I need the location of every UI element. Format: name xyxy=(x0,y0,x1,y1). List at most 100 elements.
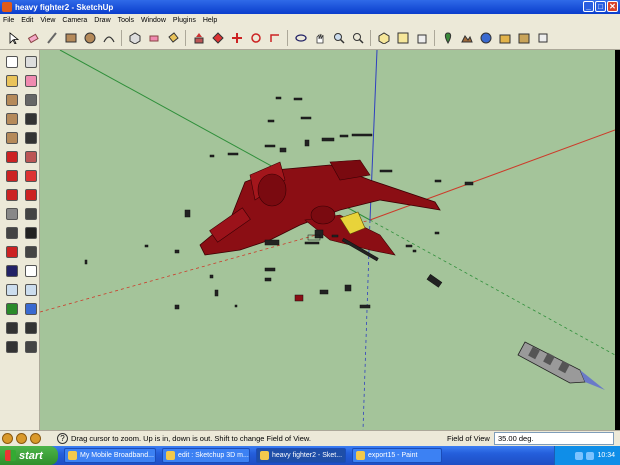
zoom-tool-button[interactable] xyxy=(3,281,21,299)
geo-location-icon[interactable] xyxy=(2,433,13,444)
pencil-tool-button[interactable] xyxy=(44,30,60,46)
network-icon[interactable] xyxy=(575,451,584,460)
zoom-extents-button[interactable] xyxy=(350,30,366,46)
arc-tool-button[interactable] xyxy=(101,30,117,46)
orbit-icon xyxy=(6,265,18,277)
front-view-button[interactable] xyxy=(414,30,430,46)
menu-view[interactable]: View xyxy=(40,17,55,24)
position-camera-tool-button[interactable] xyxy=(3,319,21,337)
iso-view-button[interactable] xyxy=(376,30,392,46)
rotate-button[interactable] xyxy=(248,30,264,46)
zoom-window-tool-button[interactable] xyxy=(22,281,40,299)
offset-button[interactable] xyxy=(267,30,283,46)
text-tool-button[interactable] xyxy=(22,224,40,242)
add-location-button[interactable] xyxy=(440,30,456,46)
get-photo-texture-button[interactable] xyxy=(516,30,532,46)
rotate-tool-button[interactable] xyxy=(3,167,21,185)
engine-part[interactable] xyxy=(517,341,605,390)
push-pull-icon xyxy=(194,32,203,43)
place-model-button[interactable] xyxy=(535,30,551,46)
close-button[interactable]: ✕ xyxy=(607,1,618,12)
help-icon[interactable]: ? xyxy=(57,433,68,444)
red-axis xyxy=(369,129,615,221)
vcb-input[interactable]: 35.00 deg. xyxy=(494,432,614,445)
eraser-button[interactable] xyxy=(146,30,162,46)
zoom-extents-tool-button[interactable] xyxy=(22,300,40,318)
paint-bucket-button[interactable] xyxy=(165,30,181,46)
orbit-button[interactable] xyxy=(293,30,309,46)
look-around-tool-button[interactable] xyxy=(22,319,40,337)
menu-file[interactable]: File xyxy=(3,17,14,24)
minimize-button[interactable]: _ xyxy=(583,1,594,12)
circle-tool-button[interactable] xyxy=(82,30,98,46)
circle-tool-button[interactable] xyxy=(3,110,21,128)
offset-tool-button[interactable] xyxy=(22,186,40,204)
zoom-button[interactable] xyxy=(331,30,347,46)
polygon-icon xyxy=(6,132,18,144)
toolbar-separator xyxy=(434,29,435,46)
make-component-button[interactable] xyxy=(127,30,143,46)
menu-help[interactable]: Help xyxy=(203,17,217,24)
paint-bucket-tool-button[interactable] xyxy=(3,72,21,90)
follow-me-icon xyxy=(25,170,37,182)
tape-measure-tool-button[interactable] xyxy=(3,205,21,223)
freehand-tool-button[interactable] xyxy=(22,129,40,147)
task-mobile-broadband[interactable]: My Mobile Broadband... xyxy=(64,448,156,463)
section-plane-tool-button[interactable] xyxy=(22,338,40,356)
volume-icon[interactable] xyxy=(586,451,595,460)
protractor-tool-button[interactable] xyxy=(3,224,21,242)
polygon-tool-button[interactable] xyxy=(3,129,21,147)
menu-plugins[interactable]: Plugins xyxy=(173,17,196,24)
rectangle-tool-button[interactable] xyxy=(3,91,21,109)
share-model-button[interactable] xyxy=(497,30,513,46)
3d-text-tool-button[interactable] xyxy=(22,243,40,261)
task-heavy-fighter[interactable]: heavy fighter2 - Sket... xyxy=(256,448,346,463)
scale-tool-button[interactable] xyxy=(3,186,21,204)
tape-measure-icon xyxy=(6,208,18,220)
select-tool-button[interactable] xyxy=(3,53,21,71)
top-view-button[interactable] xyxy=(395,30,411,46)
eraser-tool-button[interactable] xyxy=(22,72,40,90)
walk-tool-button[interactable] xyxy=(3,338,21,356)
orbit-icon xyxy=(294,33,307,42)
rectangle-tool-button[interactable] xyxy=(63,30,79,46)
pan-icon xyxy=(25,265,37,277)
previous-view-tool-button[interactable] xyxy=(3,300,21,318)
pan-tool-button[interactable] xyxy=(22,262,40,280)
axes-tool-button[interactable] xyxy=(3,243,21,261)
eraser-tool-button[interactable] xyxy=(25,30,41,46)
pan-button[interactable] xyxy=(312,30,328,46)
orbit-tool-button[interactable] xyxy=(3,262,21,280)
menu-camera[interactable]: Camera xyxy=(62,17,87,24)
push-pull-button[interactable] xyxy=(191,30,207,46)
arc-icon xyxy=(102,35,115,42)
maximize-button[interactable]: □ xyxy=(595,1,606,12)
walk-icon xyxy=(6,341,18,353)
follow-me-tool-button[interactable] xyxy=(22,167,40,185)
user-icon[interactable] xyxy=(30,433,41,444)
3d-text-icon xyxy=(25,246,37,258)
select-tool-button[interactable] xyxy=(6,30,22,46)
menu-window[interactable]: Window xyxy=(141,17,166,24)
menu-tools[interactable]: Tools xyxy=(118,17,134,24)
move-button[interactable] xyxy=(229,30,245,46)
push-pull-tool-button[interactable] xyxy=(22,148,40,166)
task-sketchup-forum[interactable]: edit : Sketchup 3D m... xyxy=(162,448,250,463)
make-component-tool-button[interactable] xyxy=(22,53,40,71)
vcb-label: Field of View xyxy=(447,434,490,443)
start-button[interactable]: start xyxy=(0,446,58,465)
menu-edit[interactable]: Edit xyxy=(21,17,33,24)
dimension-tool-button[interactable] xyxy=(22,205,40,223)
arc-tool-button[interactable] xyxy=(22,110,40,128)
share-model-icon xyxy=(499,34,510,43)
windows-flag-icon xyxy=(5,450,16,461)
menu-draw[interactable]: Draw xyxy=(94,17,110,24)
credits-icon[interactable] xyxy=(16,433,27,444)
follow-me-button[interactable] xyxy=(210,30,226,46)
model-viewport[interactable] xyxy=(40,50,615,430)
task-paint[interactable]: export15 - Paint xyxy=(352,448,442,463)
move-tool-button[interactable] xyxy=(3,148,21,166)
line-tool-button[interactable] xyxy=(22,91,40,109)
toggle-terrain-button[interactable] xyxy=(459,30,475,46)
get-models-button[interactable] xyxy=(478,30,494,46)
